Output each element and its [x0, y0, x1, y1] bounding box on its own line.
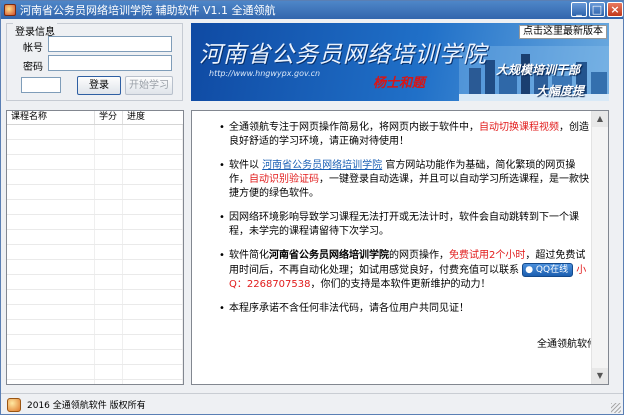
table-row — [7, 320, 183, 335]
info-text: ，你们的支持是本软件更新维护的动力！ — [310, 279, 491, 290]
resize-grip-icon[interactable] — [611, 403, 621, 413]
password-label: 密码 — [23, 62, 43, 73]
table-row — [7, 260, 183, 275]
course-table-body — [7, 125, 183, 384]
table-row — [7, 125, 183, 140]
table-row — [7, 290, 183, 305]
info-text: 因网络环境影响导致学习课程无法打开或无法计时，软件会自动跳转到下一个课程，未学完… — [229, 212, 579, 237]
table-row — [7, 170, 183, 185]
bullet-icon: • — [219, 303, 225, 314]
banner-slogan-2: 大幅度提 — [536, 84, 585, 98]
academy-name: 河南省公务员网络培训学院 — [269, 250, 389, 261]
info-text: 全通领航专注于网页操作简易化，将网页内嵌于软件中， — [229, 122, 479, 133]
captcha-input[interactable] — [21, 77, 61, 93]
bullet-icon: • — [219, 212, 225, 223]
login-button[interactable]: 登录 — [77, 76, 121, 95]
table-row — [7, 365, 183, 380]
scroll-up-icon[interactable]: ▲ — [592, 111, 608, 127]
app-logo-icon — [7, 397, 21, 412]
info-item-features: • 软件以 河南省公务员网络培训学院 官方网站功能作为基础，简化繁琐的网页操作，… — [192, 159, 602, 201]
table-row — [7, 140, 183, 155]
login-group: 登录信息 帐号 密码 登录 开始学习 — [6, 23, 183, 101]
info-panel: • 全通领航专注于网页操作简易化，将网页内嵌于软件中，自动切换课程视频，创造良好… — [191, 110, 609, 385]
maximize-button[interactable]: □ — [589, 2, 605, 17]
info-highlight: 自动切换课程视频 — [479, 122, 559, 133]
banner-slogan-1: 大规模培训干部 — [496, 63, 581, 77]
info-highlight: 自动识别验证码 — [249, 174, 319, 185]
table-row — [7, 380, 183, 384]
banner-signature: 杨士和题 — [373, 76, 426, 91]
info-text: 软件简化 — [229, 250, 269, 261]
title-bar: 河南省公务员网络培训学院 辅助软件 V1.1 全通领航 _ □ × — [1, 1, 623, 19]
app-logo-icon — [4, 4, 16, 16]
table-row — [7, 245, 183, 260]
course-table-header: 课程名称 学分 进度 — [7, 111, 183, 125]
status-bar: 2016 全通领航软件 版权所有 — [1, 393, 623, 415]
table-row — [7, 230, 183, 245]
table-row — [7, 305, 183, 320]
info-item-intro: • 全通领航专注于网页操作简易化，将网页内嵌于软件中，自动切换课程视频，创造良好… — [192, 121, 602, 149]
update-version-link[interactable]: 点击这里最新版本 — [519, 25, 607, 39]
academy-link[interactable]: 河南省公务员网络培训学院 — [262, 160, 382, 171]
scroll-down-icon[interactable]: ▼ — [592, 368, 608, 384]
bullet-icon: • — [219, 160, 225, 171]
info-item-trial: • 软件简化河南省公务员网络培训学院的网页操作，免费试用2个小时，超过免费试用时… — [192, 249, 602, 292]
qq-penguin-icon: ● — [525, 265, 534, 275]
app-window: 河南省公务员网络培训学院 辅助软件 V1.1 全通领航 _ □ × 登录信息 帐… — [0, 0, 624, 415]
qq-online-label: QQ在线 — [535, 265, 569, 275]
account-label: 帐号 — [23, 43, 43, 54]
column-header-credit[interactable]: 学分 — [95, 111, 123, 124]
info-text: 本程序承诺不含任何非法代码，请各位用户共同见证！ — [229, 303, 469, 314]
qq-online-button[interactable]: ● QQ在线 — [522, 263, 574, 277]
table-row — [7, 215, 183, 230]
close-button[interactable]: × — [607, 2, 623, 17]
banner-title: 河南省公务员网络培训学院 — [199, 42, 487, 68]
bullet-icon: • — [219, 122, 225, 133]
banner-image: 河南省公务员网络培训学院 http://www.hngwypx.gov.cn 杨… — [191, 23, 609, 101]
table-row — [7, 275, 183, 290]
password-input[interactable] — [48, 55, 172, 71]
window-title: 河南省公务员网络培训学院 辅助软件 V1.1 全通领航 — [20, 4, 276, 17]
table-row — [7, 350, 183, 365]
table-row — [7, 335, 183, 350]
column-header-course-name[interactable]: 课程名称 — [7, 111, 95, 124]
banner-url: http://www.hngwypx.gov.cn — [209, 69, 321, 78]
account-input[interactable] — [48, 36, 172, 52]
table-row — [7, 200, 183, 215]
info-list: • 全通领航专注于网页操作简易化，将网页内嵌于软件中，自动切换课程视频，创造良好… — [192, 121, 602, 326]
info-text: 软件以 — [229, 160, 263, 171]
info-highlight: 免费试用2个小时 — [449, 250, 526, 261]
bullet-icon: • — [219, 250, 225, 261]
info-signature: 全通领航软件 — [537, 339, 597, 350]
minimize-button[interactable]: _ — [571, 2, 587, 17]
course-table[interactable]: 课程名称 学分 进度 — [6, 110, 184, 385]
info-text: 的网页操作， — [389, 250, 449, 261]
table-row — [7, 185, 183, 200]
vertical-scrollbar[interactable]: ▲ ▼ — [591, 111, 608, 384]
info-item-network: • 因网络环境影响导致学习课程无法打开或无法计时，软件会自动跳转到下一个课程，未… — [192, 211, 602, 239]
column-header-progress[interactable]: 进度 — [123, 111, 183, 124]
info-item-promise: • 本程序承诺不含任何非法代码，请各位用户共同见证！ — [192, 302, 602, 316]
start-learning-button[interactable]: 开始学习 — [125, 76, 173, 95]
table-row — [7, 155, 183, 170]
copyright-text: 2016 全通领航软件 版权所有 — [27, 401, 146, 411]
